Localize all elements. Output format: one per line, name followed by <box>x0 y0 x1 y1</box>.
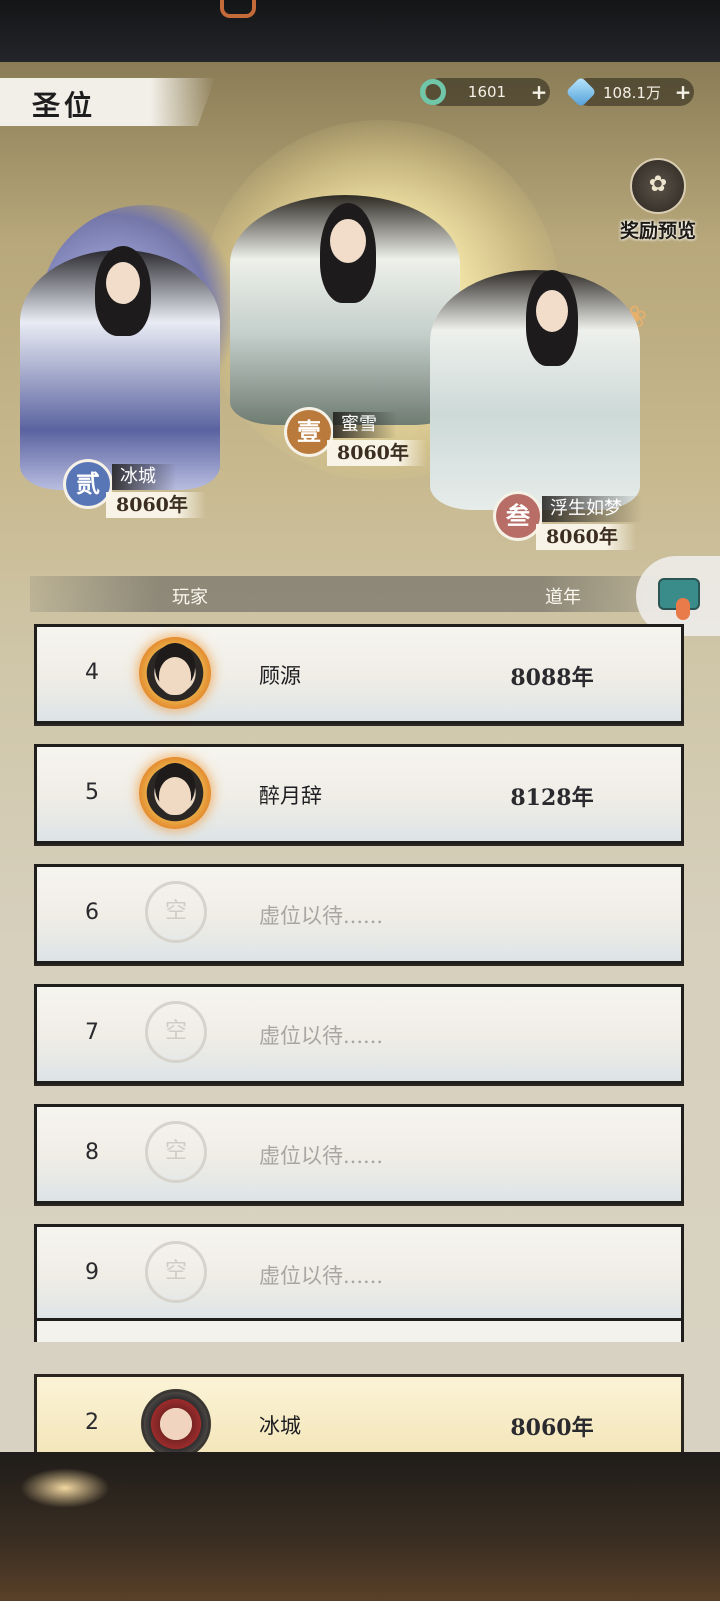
podium-third-name: 浮生如梦 <box>542 496 642 522</box>
table-row[interactable]: 5 醉月辞 8128年 <box>34 744 684 844</box>
table-row-partial <box>34 1318 684 1342</box>
currency-jade: 1601 + <box>420 78 550 106</box>
podium-third-years: 8060年 <box>536 524 636 550</box>
list-header: 玩家 道年 <box>30 576 670 612</box>
character-first-figure[interactable] <box>230 195 460 425</box>
self-rank: 2 <box>85 1410 99 1435</box>
row-name: 醉月辞 <box>259 784 322 808</box>
table-row[interactable]: 4 顾源 8088年 <box>34 624 684 724</box>
header-years: 道年 <box>545 587 581 608</box>
row-name: 虚位以待...... <box>259 904 384 928</box>
table-row[interactable]: 6 空 虚位以待...... <box>34 864 684 964</box>
empty-seat-icon: 空 <box>145 1241 207 1303</box>
row-name: 虚位以待...... <box>259 1144 384 1168</box>
reward-preview-button[interactable]: ✿ 奖励预览 <box>608 158 708 242</box>
row-rank: 6 <box>85 900 99 925</box>
avatar-face <box>159 657 191 695</box>
row-years: 8128年 <box>510 785 594 811</box>
row-name: 顾源 <box>259 664 301 688</box>
character-head <box>106 262 140 304</box>
self-avatar <box>141 1389 211 1459</box>
character-head <box>536 290 568 332</box>
rank-badge-first: 壹 <box>287 410 331 454</box>
row-rank: 9 <box>85 1260 99 1285</box>
character-third-figure[interactable] <box>430 270 640 510</box>
row-rank: 7 <box>85 1020 99 1045</box>
add-crystal-button[interactable]: + <box>672 80 694 104</box>
self-years: 8060年 <box>510 1415 594 1441</box>
jade-ring-icon <box>420 79 446 105</box>
row-name: 虚位以待...... <box>259 1024 384 1048</box>
row-rank: 4 <box>85 660 99 685</box>
character-head <box>330 219 366 263</box>
add-jade-button[interactable]: + <box>528 80 550 104</box>
empty-seat-icon: 空 <box>145 881 207 943</box>
row-rank: 5 <box>85 780 99 805</box>
crystal-amount: 108.1万 <box>603 83 661 102</box>
reward-preview-label: 奖励预览 <box>619 220 696 242</box>
self-name: 冰城 <box>259 1414 301 1438</box>
jade-amount: 1601 <box>467 83 507 101</box>
top-bar <box>0 0 720 62</box>
empty-seat-icon: 空 <box>145 1121 207 1183</box>
rank-badge-second: 贰 <box>66 462 110 506</box>
row-rank: 8 <box>85 1140 99 1165</box>
avatar-face <box>159 777 191 815</box>
page-title: 圣位 <box>32 89 97 122</box>
rank-badge-third: 叁 <box>496 494 540 538</box>
podium-first-name: 蜜雪 <box>333 412 397 438</box>
emblem-icon <box>220 0 256 18</box>
row-years: 8088年 <box>510 665 594 691</box>
table-row[interactable]: 7 空 虚位以待...... <box>34 984 684 1084</box>
row-name: 虚位以待...... <box>259 1264 384 1288</box>
podium-second-years: 8060年 <box>106 492 206 518</box>
character-second-figure[interactable] <box>20 246 220 490</box>
table-row[interactable]: 8 空 虚位以待...... <box>34 1104 684 1204</box>
hand-pointer-icon <box>676 598 690 620</box>
podium-first-years: 8060年 <box>327 440 427 466</box>
bottom-glow <box>20 1468 110 1508</box>
player-avatar <box>139 757 211 829</box>
header-player: 玩家 <box>172 587 208 608</box>
player-avatar <box>139 637 211 709</box>
empty-seat-icon: 空 <box>145 1001 207 1063</box>
podium-second-name: 冰城 <box>112 464 176 490</box>
currency-crystal: 108.1万 + <box>565 76 694 108</box>
reward-bag-icon: ✿ <box>630 158 686 214</box>
table-row[interactable]: 9 空 虚位以待...... <box>34 1224 684 1324</box>
